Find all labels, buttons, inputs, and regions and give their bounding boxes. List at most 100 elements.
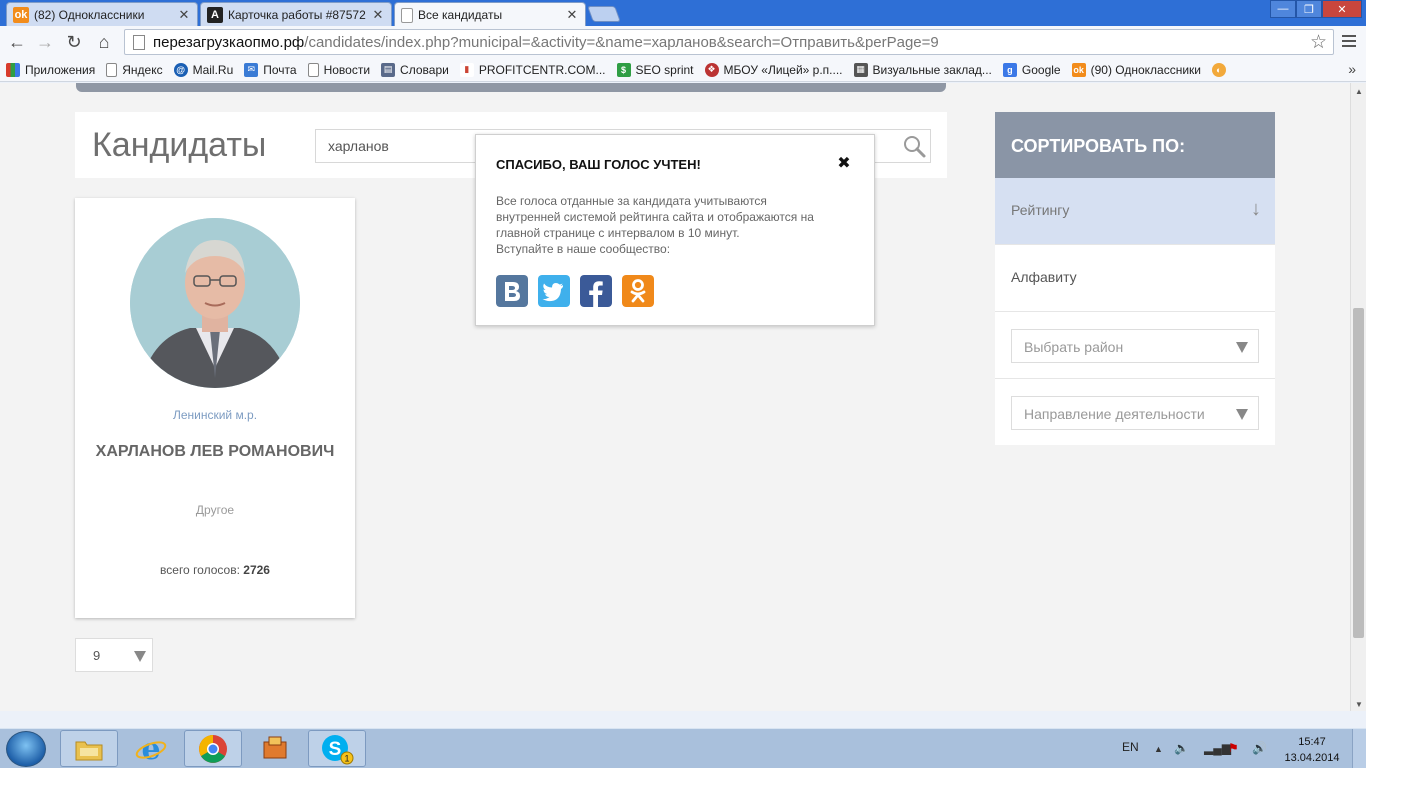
folder-icon xyxy=(75,741,103,760)
tab-title: (82) Одноклассники xyxy=(34,7,145,22)
bookmarks-bar: Приложения Яндекс @ Mail.Ru ✉ Почта Ново… xyxy=(0,58,1366,82)
bookmark-profitcentr[interactable]: ▮ PROFITCENTR.COM... xyxy=(459,62,606,77)
bookmark-apps[interactable]: Приложения xyxy=(6,62,95,77)
svg-text:e: e xyxy=(141,733,160,765)
bookmark-google[interactable]: g Google xyxy=(1002,62,1061,77)
desktop-screen: ok (82) Одноклассники ✕ A Карточка работ… xyxy=(0,0,1366,768)
scroll-thumb[interactable] xyxy=(1353,308,1364,638)
modal-message: Все голоса отданные за кандидата учитыва… xyxy=(496,194,814,256)
close-tab-icon[interactable]: ✕ xyxy=(563,7,581,23)
candidate-district: Ленинский м.р. xyxy=(172,408,258,422)
sort-by-rating[interactable]: Рейтингу ↓ xyxy=(995,178,1275,245)
speaker-muted-icon[interactable]: 🔈 xyxy=(1174,741,1189,755)
taskbar-app[interactable] xyxy=(246,730,304,767)
bookmark-mail[interactable]: ✉ Почта xyxy=(244,62,297,77)
tray-expand-icon[interactable]: ▲ xyxy=(1154,744,1163,754)
candidate-card[interactable]: Ленинский м.р. ХАРЛАНОВ ЛЕВ РОМАНОВИЧ Др… xyxy=(75,198,355,618)
sort-panel: СОРТИРОВАТЬ ПО: Рейтингу ↓ Алфавиту Выбр… xyxy=(995,112,1275,445)
page-scrollbar[interactable]: ▲ ▼ xyxy=(1350,83,1366,711)
dictionary-icon: ▤ xyxy=(381,62,396,77)
page-title: Кандидаты xyxy=(92,126,267,164)
taskbar-skype[interactable]: S 1 xyxy=(308,730,366,767)
per-page-select[interactable]: 9 xyxy=(75,638,153,672)
language-indicator[interactable]: EN xyxy=(1122,740,1139,754)
bar-chart-icon: ▮ xyxy=(459,62,474,77)
activity-filter-row: Направление деятельности xyxy=(995,379,1275,446)
scroll-down-arrow-icon[interactable]: ▼ xyxy=(1351,700,1366,709)
bookmark-school[interactable]: ❖ МБОУ «Лицей» р.п.... xyxy=(704,62,843,77)
signal-bars-icon[interactable]: ▂▄▆ xyxy=(1204,741,1231,755)
browser-tab-strip: ok (82) Одноклассники ✕ A Карточка работ… xyxy=(0,0,1366,27)
show-desktop-button[interactable] xyxy=(1352,729,1366,768)
candidate-photo[interactable] xyxy=(130,218,300,388)
bookmark-visual[interactable]: ▦ Визуальные заклад... xyxy=(853,62,992,77)
bookmark-extra[interactable]: ◐ xyxy=(1211,62,1231,77)
start-button[interactable] xyxy=(6,731,46,767)
close-tab-icon[interactable]: ✕ xyxy=(369,7,387,23)
taskbar-chrome[interactable] xyxy=(184,730,242,767)
site-header-bar xyxy=(76,83,946,92)
twitter-icon[interactable] xyxy=(538,275,570,307)
back-arrow-icon[interactable]: ← xyxy=(6,31,28,53)
volume-icon[interactable]: 🔊 xyxy=(1252,741,1267,755)
search-icon[interactable] xyxy=(901,133,927,159)
skype-icon: S 1 xyxy=(322,734,354,764)
odnoklassniki-icon: ok xyxy=(13,6,29,23)
more-bookmarks-chevron[interactable]: » xyxy=(1348,61,1356,77)
facebook-icon[interactable] xyxy=(580,275,612,307)
windows-taskbar: e S 1 EN ▲ 🔈 ▂▄▆ ⚑ 🔊 15:47 13.04.2014 xyxy=(0,728,1366,768)
bookmark-dictionaries[interactable]: ▤ Словари xyxy=(381,62,449,77)
forward-arrow-icon[interactable]: → xyxy=(34,31,56,53)
window-close-icon[interactable]: ✕ xyxy=(1322,0,1362,18)
internet-explorer-icon: e xyxy=(135,733,167,765)
letter-a-icon: A xyxy=(207,6,223,23)
google-icon: g xyxy=(1002,62,1017,77)
tab-all-candidates[interactable]: Все кандидаты ✕ xyxy=(394,2,586,27)
home-icon[interactable]: ⌂ xyxy=(93,31,115,53)
taskbar-explorer[interactable] xyxy=(60,730,118,767)
page-icon xyxy=(133,34,145,50)
page-icon xyxy=(106,62,118,77)
reload-icon[interactable]: ↻ xyxy=(63,31,85,53)
tab-work-card[interactable]: A Карточка работы #87572 ✕ xyxy=(200,2,392,26)
mail-icon: ✉ xyxy=(244,62,259,77)
page-icon xyxy=(401,7,413,23)
tab-odnoklassniki[interactable]: ok (82) Одноклассники ✕ xyxy=(6,2,198,26)
bookmark-news[interactable]: Новости xyxy=(307,62,370,77)
sort-by-alphabet[interactable]: Алфавиту xyxy=(995,245,1275,312)
minimize-icon[interactable]: — xyxy=(1270,0,1296,18)
bookmark-seo-sprint[interactable]: $ SEO sprint xyxy=(616,62,694,77)
tab-title: Карточка работы #87572 xyxy=(228,7,366,22)
tab-title: Все кандидаты xyxy=(418,8,503,22)
district-filter-row: Выбрать район xyxy=(995,312,1275,379)
new-tab-button[interactable] xyxy=(587,6,621,22)
system-clock[interactable]: 15:47 13.04.2014 xyxy=(1282,734,1342,766)
vk-icon[interactable] xyxy=(496,275,528,307)
restore-icon[interactable]: ❐ xyxy=(1296,0,1322,18)
candidate-name[interactable]: ХАРЛАНОВ ЛЕВ РОМАНОВИЧ xyxy=(75,443,355,461)
network-error-icon[interactable]: ⚑ xyxy=(1228,741,1239,755)
close-tab-icon[interactable]: ✕ xyxy=(175,7,193,23)
bookmark-odnoklassniki[interactable]: ok (90) Одноклассники xyxy=(1071,62,1201,77)
scroll-up-arrow-icon[interactable]: ▲ xyxy=(1351,87,1366,96)
address-bar[interactable]: перезагрузкаопмо.рф /candidates/index.ph… xyxy=(124,29,1334,55)
activity-select[interactable]: Направление деятельности xyxy=(1011,396,1259,430)
bookmark-mailru[interactable]: @ Mail.Ru xyxy=(173,62,233,77)
dropdown-arrow-icon xyxy=(134,651,146,662)
extension-icon: ◐ xyxy=(1211,62,1226,77)
vote-count: 2726 xyxy=(243,563,270,577)
odnoklassniki-icon: ok xyxy=(1071,62,1086,77)
odnoklassniki-icon[interactable] xyxy=(622,275,654,307)
district-select[interactable]: Выбрать район xyxy=(1011,329,1259,363)
url-host: перезагрузкаопмо.рф xyxy=(153,33,305,51)
svg-text:S: S xyxy=(329,739,342,760)
apps-grid-icon xyxy=(6,62,20,77)
bookmark-star-icon[interactable]: ☆ xyxy=(1310,31,1327,54)
close-icon[interactable]: ✖ xyxy=(836,153,852,173)
mailru-icon: @ xyxy=(173,62,188,77)
browser-menu-icon[interactable] xyxy=(1342,35,1356,49)
url-path: /candidates/index.php?municipal=&activit… xyxy=(304,33,939,51)
taskbar-ie[interactable]: e xyxy=(122,730,180,767)
bookmark-yandex[interactable]: Яндекс xyxy=(106,62,163,77)
app-icon xyxy=(263,736,287,758)
